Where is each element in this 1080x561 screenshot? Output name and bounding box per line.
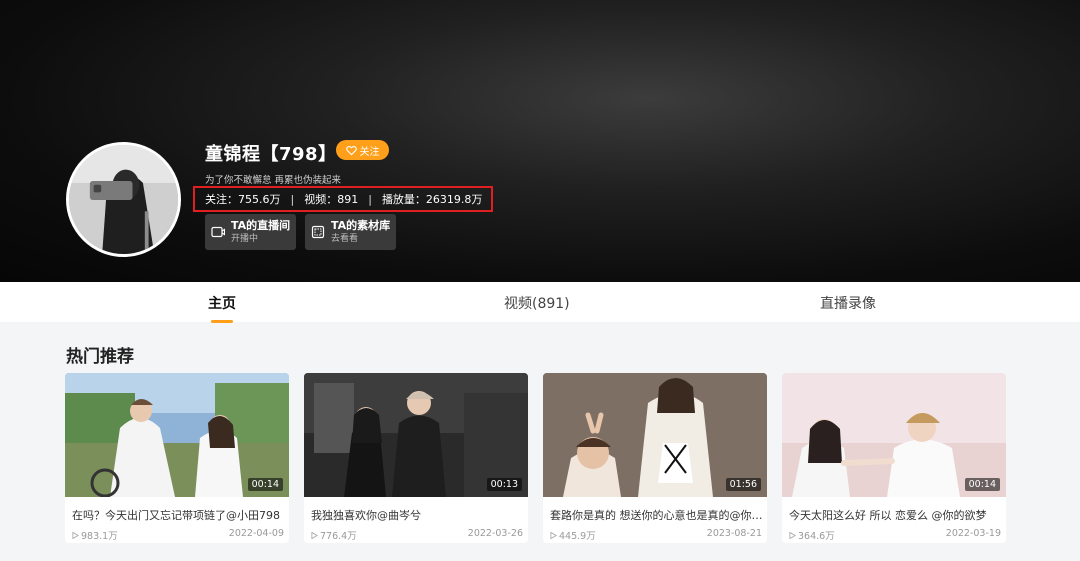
tab-live-recordings[interactable]: 直播录像 [820,293,876,313]
tab-home-label: 主页 [208,296,236,312]
video-card[interactable]: 00:14 今天太阳这么好 所以 恋爱么 @你的欲梦 364.6万 2022-0… [782,373,1006,543]
material-library-subtitle: 去看看 [331,233,359,244]
video-thumbnail: 00:13 [304,373,528,497]
tab-live-recordings-label: 直播录像 [820,296,876,312]
material-library-title: TA的素材库 [331,218,391,232]
library-icon [311,225,325,239]
video-play-count-value: 364.6万 [798,531,835,542]
play-triangle-icon [789,531,796,539]
video-meta: 445.9万 2023-08-21 [550,528,762,542]
tab-videos[interactable]: 视频(891) [504,293,570,313]
stats-separator: | [290,192,295,206]
video-date: 2023-08-21 [706,528,762,539]
profile-stats-highlight: 关注：755.6万 | 视频：891 | 播放量：26319.8万 [193,186,493,212]
tab-videos-label: 视频(891) [504,296,570,312]
video-date: 2022-03-19 [945,528,1001,539]
tv-icon [211,226,225,238]
video-title: 我独独喜欢你@曲岑兮 [311,509,421,522]
live-room-title: TA的直播间 [231,218,291,232]
video-play-count: 983.1万 [72,528,118,542]
profile-bio: 为了你不敢懈怠 再累也伪装起来 [205,175,342,186]
video-play-count-value: 983.1万 [81,531,118,542]
video-date: 2022-03-26 [467,528,523,539]
video-title: 套路你是真的 想送你的心意也是真的@你… [550,509,762,522]
video-meta: 364.6万 2022-03-19 [789,528,1001,542]
video-duration: 00:13 [486,478,522,491]
follow-button-label: 关注 [359,146,380,158]
video-play-count: 364.6万 [789,528,835,542]
play-triangle-icon [311,531,318,539]
video-card[interactable]: 01:56 套路你是真的 想送你的心意也是真的@你… 445.9万 2023-0… [543,373,767,543]
profile-tabs: 主页 视频(891) 直播录像 [0,282,1080,323]
video-thumbnail: 00:14 [782,373,1006,497]
material-library-card[interactable]: TA的素材库 去看看 [305,214,396,250]
video-duration: 01:56 [725,478,761,491]
video-date: 2022-04-09 [228,528,284,539]
play-triangle-icon [550,531,557,539]
video-thumbnail: 00:14 [65,373,289,497]
video-title: 今天太阳这么好 所以 恋爱么 @你的欲梦 [789,509,987,522]
profile-name: 童锦程【798】 [205,144,337,165]
following-count: 关注：755.6万 [205,193,281,206]
follow-button[interactable]: 关注 [336,140,389,160]
play-triangle-icon [72,531,79,539]
video-thumbnail: 01:56 [543,373,767,497]
play-count: 播放量：26319.8万 [381,193,483,206]
video-play-count-value: 776.4万 [320,531,357,542]
video-duration: 00:14 [964,478,1000,491]
live-room-card[interactable]: TA的直播间 开播中 [205,214,296,250]
video-play-count-value: 445.9万 [559,531,596,542]
video-play-count: 445.9万 [550,528,596,542]
video-play-count: 776.4万 [311,528,357,542]
video-card[interactable]: 00:13 我独独喜欢你@曲岑兮 776.4万 2022-03-26 [304,373,528,543]
tab-home[interactable]: 主页 [208,293,236,323]
video-meta: 983.1万 2022-04-09 [72,528,284,542]
stats-separator: | [368,192,372,206]
avatar[interactable] [66,142,181,257]
active-tab-indicator [211,320,233,323]
heart-plus-icon [345,145,357,155]
live-room-subtitle: 开播中 [231,233,259,244]
section-title-hot: 热门推荐 [66,347,134,367]
video-card[interactable]: 00:14 在吗？今天出门又忘记带项链了@小田798 983.1万 2022-0… [65,373,289,543]
video-title: 在吗？今天出门又忘记带项链了@小田798 [72,509,280,522]
avatar-image [69,145,178,254]
video-meta: 776.4万 2022-03-26 [311,528,523,542]
profile-header: 童锦程【798】 关注 为了你不敢懈怠 再累也伪装起来 关注：755.6万 | … [0,0,1080,282]
video-count: 视频：891 [304,193,359,206]
video-duration: 00:14 [247,478,283,491]
